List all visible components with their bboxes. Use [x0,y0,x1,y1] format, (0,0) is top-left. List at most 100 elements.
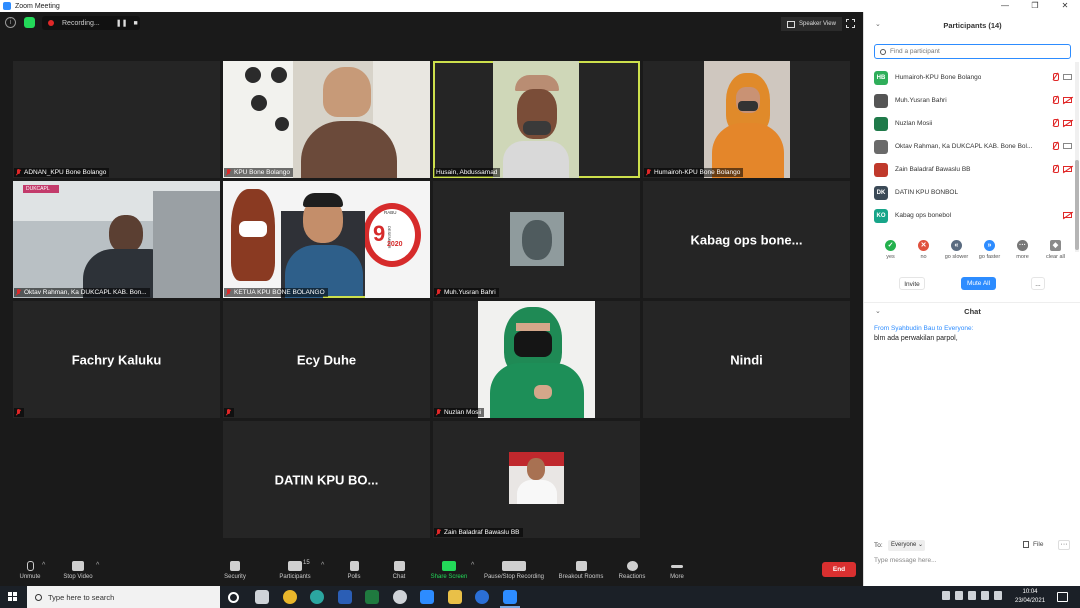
edge-icon[interactable] [310,590,324,604]
participant-name: Nuzlan Mosii [895,120,933,127]
muted-mic-icon [436,409,441,416]
taskbar-clock[interactable]: 10:04 23/04/2021 [1015,588,1045,606]
mixer-icon[interactable] [393,590,407,604]
task-view-icon[interactable] [255,590,269,604]
scrollbar-thumb[interactable] [1075,160,1079,250]
share-screen-button[interactable]: Share Screen ^ [419,558,479,586]
chrome-icon[interactable] [283,590,297,604]
close-icon[interactable]: ✕ [1050,0,1080,12]
participants-scrollbar[interactable] [1075,62,1079,252]
collapse-chevron-icon[interactable]: ⌄ [875,307,881,315]
language-icon[interactable] [994,591,1002,600]
ellipsis-icon [671,565,683,568]
restore-icon[interactable]: ❐ [1020,0,1050,12]
video-tile[interactable]: Ecy Duhe [223,301,430,418]
tile-nametag: Zain Baladraf Bawaslu BB [434,528,523,537]
audio-options-chevron-icon[interactable]: ^ [42,562,45,569]
participant-row[interactable]: HB Humairoh-KPU Bone Bolango [874,66,1072,89]
battery-icon[interactable] [955,591,963,600]
video-tile[interactable]: Nindi [643,301,850,418]
tile-nametag: KETUA KPU BONE BOLANGO [224,288,328,297]
fullscreen-icon[interactable] [846,19,855,28]
participant-row[interactable]: KO Kabag ops bonebol [874,204,1072,227]
chat-file-button[interactable]: File [1023,541,1043,548]
participants-button[interactable]: Participants 15 ^ [265,558,325,586]
feedback-go-faster[interactable]: » go faster [973,240,1006,260]
volume-icon[interactable] [981,591,989,600]
collapse-chevron-icon[interactable]: ⌄ [875,20,881,28]
excel-icon[interactable] [365,590,379,604]
participant-row[interactable]: Zain Baladraf Bawaslu BB [874,158,1072,181]
participant-row[interactable]: Nuzlan Mosii [874,112,1072,135]
muted-mic-icon [226,169,231,176]
windows-start-icon[interactable] [8,592,18,602]
mail-icon[interactable] [420,590,434,604]
zoom-taskbar-icon[interactable] [500,590,520,608]
video-tile[interactable]: KPU Bone Bolango [223,61,430,178]
end-meeting-button[interactable]: End [822,562,856,577]
participant-name: Zain Baladraf Bawaslu BB [444,529,520,536]
more-button[interactable]: More [647,558,707,586]
feedback-yes[interactable]: ✓ yes [874,240,907,260]
feedback-go-slower[interactable]: «go slower [940,240,973,260]
pause-stop-recording-button[interactable]: Pause/Stop Recording [479,558,549,586]
video-tile[interactable]: Humairoh-KPU Bone Bolango [643,61,850,178]
speaker-view-button[interactable]: Speaker View [781,17,842,31]
participants-list: HB Humairoh-KPU Bone Bolango Muh.Yusran … [874,66,1072,227]
video-options-chevron-icon[interactable]: ^ [96,562,99,569]
participant-search-input[interactable]: Find a participant [874,44,1071,59]
avatar [874,116,888,131]
video-camera-icon [72,561,84,571]
feedback-more[interactable]: ··· more [1006,240,1039,260]
person-body [301,121,397,178]
word-icon[interactable] [338,590,352,604]
chrome-profile-icon[interactable] [475,590,489,604]
file-icon [1023,541,1029,548]
video-tile[interactable]: Fachry Kaluku [13,301,220,418]
video-tile[interactable]: DUKCAPL Oktav Rahman, Ka DUKCAPL KAB. Bo… [13,181,220,298]
video-tile[interactable]: RABU 9 DESEMBER 2020 KETUA KPU BONE BOLA… [223,181,430,298]
muted-mic-icon[interactable] [1052,142,1059,150]
video-tile[interactable]: DATIN KPU BO... [223,421,430,538]
security-button[interactable]: Security [205,558,265,586]
video-tile[interactable]: Muh.Yusran Bahri [433,181,640,298]
mute-all-button[interactable]: Mute All [961,277,996,290]
meeting-info-icon[interactable]: i [5,17,16,28]
participant-row[interactable]: Muh.Yusran Bahri [874,89,1072,112]
check-icon: ✓ [885,240,896,251]
chat-recipient-dropdown[interactable]: Everyone ⌄ [888,540,925,551]
video-tile[interactable]: Kabag ops bone... [643,181,850,298]
breakout-grid-icon [575,561,587,571]
feedback-no[interactable]: ✕ no [907,240,940,260]
cortana-icon[interactable] [228,592,239,603]
taskbar-search-input[interactable]: Type here to search [27,586,220,608]
participants-more-button[interactable]: ... [1031,277,1045,290]
pause-recording-icon[interactable]: ❚❚ [116,19,128,27]
camera-background [223,61,293,178]
video-tile-active-speaker[interactable]: Husain, Abdussamad [433,61,640,178]
minimize-icon[interactable]: — [990,0,1020,12]
invite-button[interactable]: Invite [899,277,925,290]
stop-recording-icon[interactable]: ■ [133,20,137,27]
network-icon[interactable] [968,591,976,600]
x-icon: ✕ [918,240,929,251]
video-tile[interactable]: Nuzlan Mosii [433,301,640,418]
feedback-clear-all[interactable]: ◆ clear all [1039,240,1072,260]
muted-mic-icon[interactable] [1052,73,1059,81]
notification-icon[interactable] [1057,592,1068,602]
share-options-chevron-icon[interactable]: ^ [471,562,474,569]
muted-mic-icon[interactable] [1052,119,1059,127]
encryption-shield-icon[interactable] [24,17,35,28]
participant-row[interactable]: DK DATIN KPU BONBOL [874,181,1072,204]
muted-mic-icon[interactable] [1052,165,1059,173]
chat-message-input[interactable]: Type message here... [874,557,1072,564]
video-tile[interactable]: ADNAN_KPU Bone Bolango [13,61,220,178]
video-tile[interactable]: Zain Baladraf Bawaslu BB [433,421,640,538]
chat-more-button[interactable]: ··· [1058,540,1070,550]
camera-feed [704,61,790,178]
stop-video-button[interactable]: Stop Video ^ [48,558,108,586]
muted-mic-icon[interactable] [1052,96,1059,104]
file-explorer-icon[interactable] [448,590,462,604]
participant-row[interactable]: Oktav Rahman, Ka DUKCAPL KAB. Bone Bol..… [874,135,1072,158]
tray-chevron-icon[interactable] [942,591,950,600]
